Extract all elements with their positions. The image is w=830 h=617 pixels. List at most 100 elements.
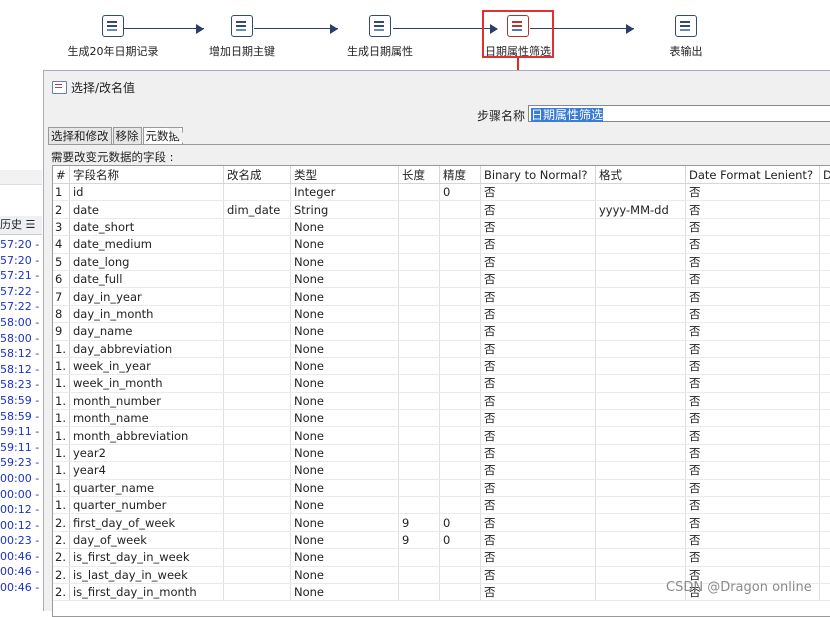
- table-cell[interactable]: [223, 479, 291, 498]
- log-line[interactable]: 57:22 -: [0, 300, 42, 316]
- table-cell[interactable]: [819, 566, 830, 584]
- table-cell[interactable]: 否: [480, 496, 596, 515]
- table-cell[interactable]: 否: [480, 340, 596, 358]
- log-line[interactable]: 00:00 -: [0, 488, 42, 504]
- table-cell[interactable]: [595, 548, 686, 567]
- table-cell[interactable]: [439, 583, 481, 602]
- table-cell[interactable]: [398, 340, 440, 358]
- table-cell[interactable]: 否: [685, 409, 820, 428]
- table-cell[interactable]: [819, 322, 830, 341]
- table-cell[interactable]: [819, 496, 830, 515]
- table-cell[interactable]: [595, 426, 686, 445]
- table-cell[interactable]: [439, 235, 481, 254]
- log-line[interactable]: 00:46 -: [0, 581, 42, 597]
- table-cell[interactable]: [819, 548, 830, 567]
- log-line[interactable]: 59:11 -: [0, 441, 42, 457]
- log-line[interactable]: 58:23 -: [0, 378, 42, 394]
- table-cell[interactable]: None: [290, 235, 399, 254]
- table-cell[interactable]: None: [290, 409, 399, 428]
- table-row[interactable]: 7 day_in_year None 否 否: [53, 287, 830, 306]
- table-cell[interactable]: 9: [398, 531, 440, 550]
- table-cell[interactable]: [819, 409, 830, 428]
- table-cell[interactable]: quarter_name: [69, 479, 224, 498]
- table-cell[interactable]: id: [69, 183, 224, 202]
- log-line[interactable]: 57:20 -: [0, 254, 42, 270]
- column-header[interactable]: Date Format Lenient?: [685, 166, 820, 184]
- table-row[interactable]: 2 date dim_date String 否 yyyy-MM-dd 否: [53, 200, 830, 219]
- table-cell[interactable]: [223, 392, 291, 411]
- table-cell[interactable]: 否: [480, 357, 596, 376]
- table-cell[interactable]: date_full: [69, 270, 224, 289]
- table-cell[interactable]: None: [290, 218, 399, 237]
- table-cell[interactable]: [595, 357, 686, 376]
- table-cell[interactable]: [819, 392, 830, 411]
- table-cell[interactable]: [398, 374, 440, 393]
- table-cell[interactable]: [819, 583, 830, 602]
- table-cell[interactable]: [595, 374, 686, 393]
- column-header[interactable]: 字段名称: [69, 166, 224, 184]
- table-row[interactable]: 1. day_abbreviation None 否 否: [53, 340, 830, 358]
- table-cell[interactable]: [398, 409, 440, 428]
- table-cell[interactable]: [223, 322, 291, 341]
- table-cell[interactable]: 否: [480, 566, 596, 584]
- table-cell[interactable]: 否: [685, 340, 820, 358]
- table-cell[interactable]: [223, 340, 291, 358]
- table-cell[interactable]: [819, 357, 830, 376]
- table-cell[interactable]: None: [290, 287, 399, 306]
- table-cell[interactable]: 否: [480, 253, 596, 271]
- table-cell[interactable]: 否: [480, 548, 596, 567]
- table-cell[interactable]: [595, 461, 686, 480]
- step-generate-rows[interactable]: 生成20年日期记录: [43, 15, 183, 59]
- table-cell[interactable]: [595, 322, 686, 341]
- table-cell[interactable]: year4: [69, 461, 224, 480]
- log-line[interactable]: 59:11 -: [0, 425, 42, 441]
- table-cell[interactable]: 否: [685, 357, 820, 376]
- column-header[interactable]: 长度: [398, 166, 440, 184]
- column-header[interactable]: 格式: [595, 166, 686, 184]
- table-cell[interactable]: 否: [685, 496, 820, 515]
- table-cell[interactable]: 否: [685, 392, 820, 411]
- table-cell[interactable]: [819, 253, 830, 271]
- table-cell[interactable]: [439, 409, 481, 428]
- table-cell[interactable]: 否: [480, 305, 596, 324]
- table-cell[interactable]: [223, 496, 291, 515]
- table-cell[interactable]: None: [290, 461, 399, 480]
- table-cell[interactable]: [439, 200, 481, 219]
- table-cell[interactable]: [439, 566, 481, 584]
- log-line[interactable]: 57:20 -: [0, 238, 42, 254]
- table-cell[interactable]: 否: [480, 287, 596, 306]
- table-cell[interactable]: [223, 270, 291, 289]
- table-cell[interactable]: [398, 270, 440, 289]
- table-cell[interactable]: [819, 200, 830, 219]
- table-row[interactable]: 1 id Integer 0 否否: [53, 183, 830, 202]
- table-cell[interactable]: 否: [685, 270, 820, 289]
- table-cell[interactable]: [819, 426, 830, 445]
- table-cell[interactable]: 否: [685, 479, 820, 498]
- table-cell[interactable]: None: [290, 357, 399, 376]
- table-cell[interactable]: [819, 305, 830, 324]
- table-cell[interactable]: [439, 305, 481, 324]
- log-line[interactable]: 58:12 -: [0, 363, 42, 379]
- table-cell[interactable]: None: [290, 270, 399, 289]
- table-cell[interactable]: [595, 253, 686, 271]
- table-cell[interactable]: [223, 305, 291, 324]
- table-cell[interactable]: [595, 444, 686, 463]
- table-cell[interactable]: [595, 183, 686, 202]
- table-cell[interactable]: dim_date: [223, 200, 291, 219]
- table-row[interactable]: 1. year2 None 否 否: [53, 444, 830, 463]
- table-cell[interactable]: [595, 218, 686, 237]
- step-javascript[interactable]: 生成日期属性: [310, 15, 450, 59]
- table-cell[interactable]: None: [290, 340, 399, 358]
- table-cell[interactable]: 否: [685, 531, 820, 550]
- table-cell[interactable]: [398, 218, 440, 237]
- table-cell[interactable]: [439, 461, 481, 480]
- table-cell[interactable]: week_in_year: [69, 357, 224, 376]
- log-line[interactable]: 58:59 -: [0, 410, 42, 426]
- table-cell[interactable]: None: [290, 496, 399, 515]
- table-cell[interactable]: 否: [480, 200, 596, 219]
- table-cell[interactable]: [819, 270, 830, 289]
- table-cell[interactable]: [595, 496, 686, 515]
- table-cell[interactable]: 否: [480, 183, 596, 202]
- table-cell[interactable]: [223, 531, 291, 550]
- table-cell[interactable]: 否: [480, 270, 596, 289]
